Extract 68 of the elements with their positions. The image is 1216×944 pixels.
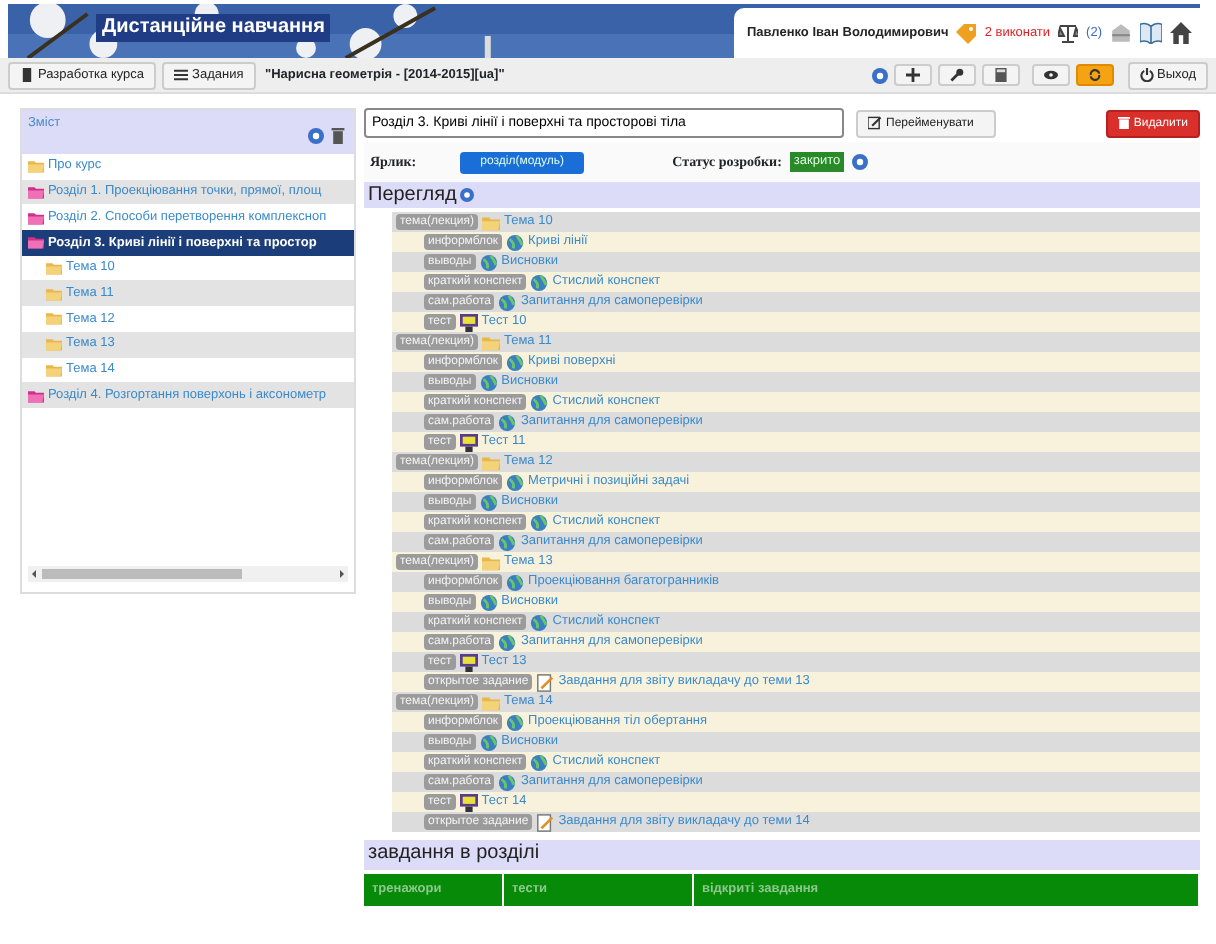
toolbar-button[interactable]	[893, 64, 932, 86]
monitor-icon	[459, 793, 478, 811]
globe-icon	[530, 513, 549, 531]
globe-icon	[479, 373, 498, 391]
globe-icon	[479, 253, 498, 271]
monitor-icon	[459, 313, 478, 331]
folder-icon	[46, 260, 62, 277]
refresh-icon	[1088, 68, 1103, 82]
monitor-icon	[459, 653, 478, 671]
folder-icon	[28, 184, 44, 201]
site-logo-title[interactable]: Дистанційне навчання	[96, 14, 331, 42]
help-icon[interactable]	[871, 67, 888, 83]
globe-icon	[506, 353, 525, 371]
toolbar-button[interactable]	[1076, 64, 1115, 86]
edit-icon	[868, 116, 882, 130]
list-icon	[174, 68, 189, 82]
home-icon[interactable]	[1170, 22, 1192, 44]
help-icon[interactable]	[852, 154, 869, 170]
view-icon	[1044, 68, 1059, 82]
toolbar-button[interactable]	[937, 64, 976, 86]
folder-icon	[46, 310, 62, 327]
document-icon	[536, 813, 555, 831]
folder-icon	[46, 361, 62, 378]
globe-icon	[530, 613, 549, 631]
power-icon	[1139, 68, 1154, 82]
globe-icon	[479, 593, 498, 611]
globe-icon	[479, 733, 498, 751]
globe-icon	[479, 493, 498, 511]
globe-icon	[506, 713, 525, 731]
globe-icon	[530, 753, 549, 771]
folder-icon	[481, 553, 500, 571]
globe-icon	[498, 773, 517, 791]
globe-icon	[506, 573, 525, 591]
globe-icon	[498, 293, 517, 311]
toolbar-button[interactable]	[981, 64, 1020, 86]
folder-icon	[46, 285, 62, 302]
move-icon	[905, 68, 920, 82]
wrench-icon	[949, 68, 964, 82]
folder-icon	[481, 333, 500, 351]
folder-icon	[28, 234, 44, 251]
calculator-icon	[993, 68, 1008, 82]
folder-icon	[28, 158, 44, 175]
toolbar-button[interactable]	[1032, 64, 1071, 86]
help-icon[interactable]	[460, 188, 475, 202]
document-icon	[536, 673, 555, 691]
section-heading: завдання в розділі	[368, 841, 540, 864]
monitor-icon	[459, 433, 478, 451]
inbox-icon[interactable]	[1110, 22, 1132, 44]
globe-icon	[530, 273, 549, 291]
help-icon[interactable]	[308, 128, 324, 144]
section-heading: Перегляд	[368, 182, 457, 208]
trash-icon[interactable]	[330, 128, 346, 144]
folder-icon	[28, 387, 44, 404]
globe-icon	[530, 393, 549, 411]
folder-icon	[481, 453, 500, 471]
folder-icon	[481, 213, 500, 231]
globe-icon	[498, 633, 517, 651]
globe-icon	[498, 413, 517, 431]
folder-icon	[481, 693, 500, 711]
trash-icon	[1117, 116, 1130, 130]
scrollbar[interactable]	[28, 566, 348, 582]
tag-icon	[956, 23, 977, 43]
folder-icon	[28, 209, 44, 226]
globe-icon	[498, 533, 517, 551]
globe-icon	[506, 473, 525, 491]
globe-icon	[506, 233, 525, 251]
folder-icon	[46, 336, 62, 353]
scales-icon[interactable]	[1058, 23, 1079, 43]
